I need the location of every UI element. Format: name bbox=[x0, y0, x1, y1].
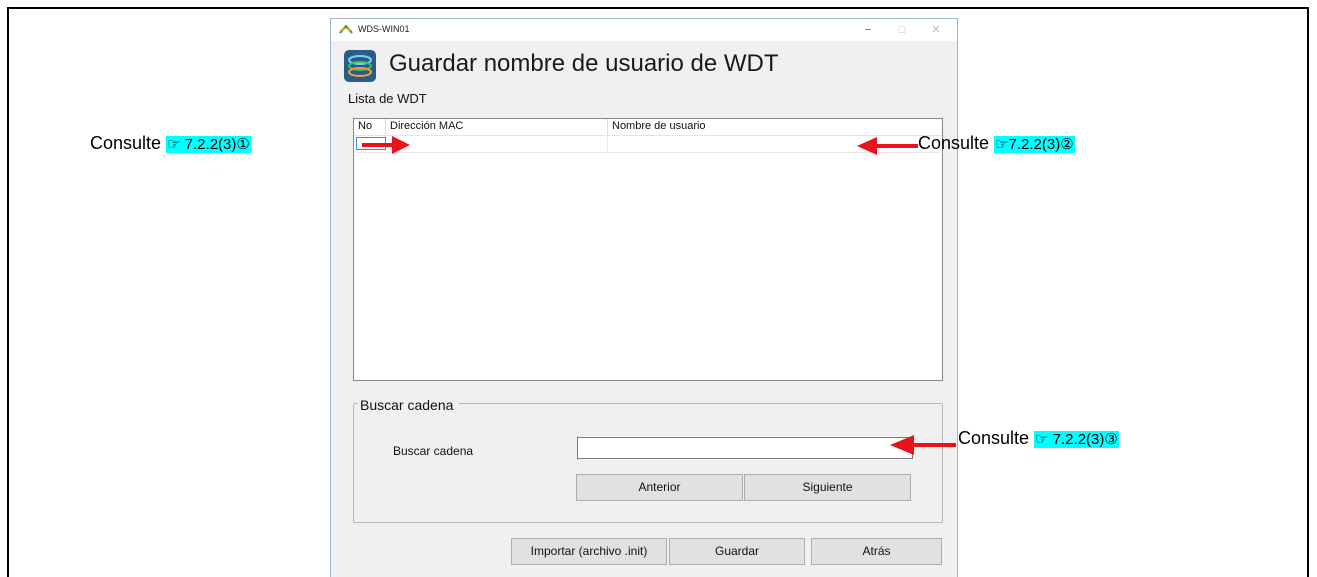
annotation-arrows bbox=[362, 136, 956, 455]
arrow-left-icon bbox=[890, 435, 956, 455]
arrow-right-icon bbox=[362, 136, 410, 154]
arrow-left-icon bbox=[857, 137, 918, 155]
